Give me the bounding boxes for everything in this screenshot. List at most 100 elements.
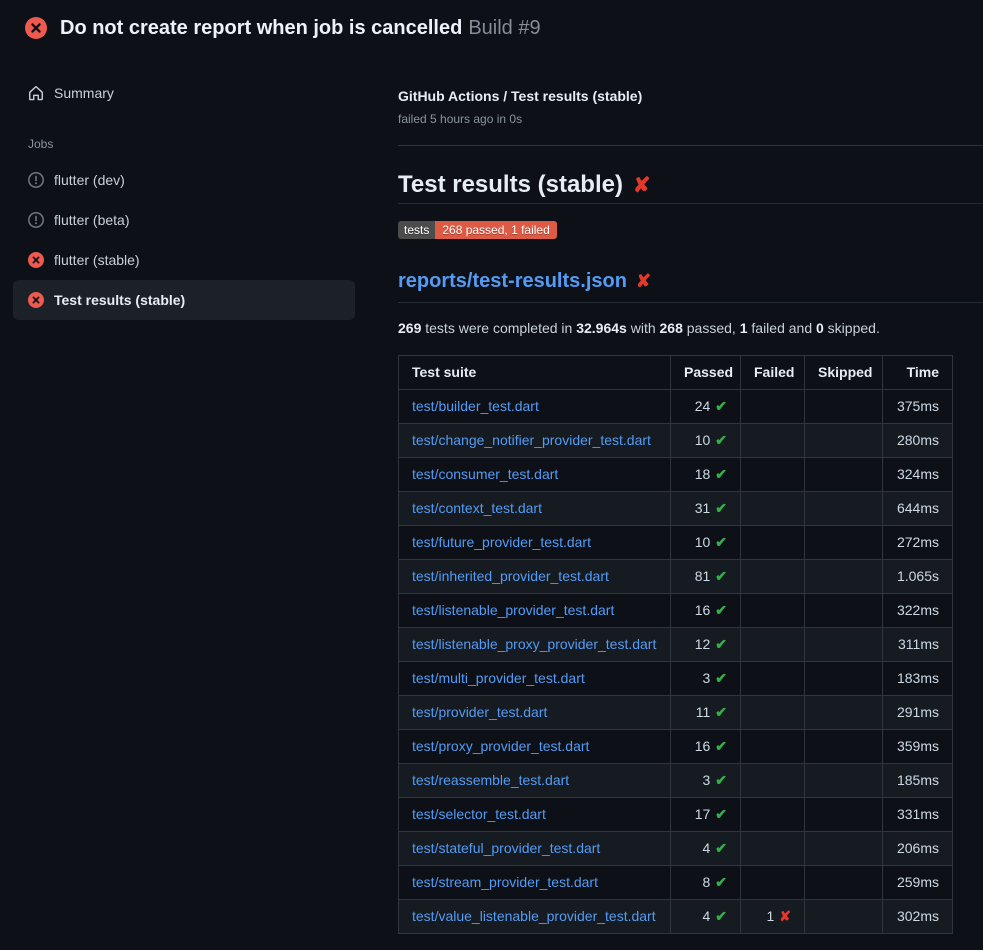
jobs-list: flutter (dev) flutter (beta) bbox=[13, 160, 355, 320]
x-circle-fill-icon bbox=[28, 292, 44, 308]
test-suite-link[interactable]: test/change_notifier_provider_test.dart bbox=[412, 432, 651, 448]
failed-cell bbox=[741, 594, 805, 628]
table-row: test/future_provider_test.dart 10✔ 272ms bbox=[399, 526, 953, 560]
failed-cell bbox=[741, 866, 805, 900]
passed-cell: 3✔ bbox=[671, 662, 741, 696]
test-suite-link[interactable]: test/inherited_provider_test.dart bbox=[412, 568, 609, 584]
failed-cell bbox=[741, 390, 805, 424]
failed-cell bbox=[741, 492, 805, 526]
skipped-cell bbox=[805, 526, 883, 560]
passed-cell: 4✔ bbox=[671, 900, 741, 934]
sidebar-job-label: flutter (beta) bbox=[54, 212, 129, 228]
test-suite-link[interactable]: test/reassemble_test.dart bbox=[412, 772, 569, 788]
skipped-cell bbox=[805, 628, 883, 662]
sidebar-job-item[interactable]: flutter (dev) bbox=[13, 160, 355, 200]
skipped-cell bbox=[805, 424, 883, 458]
skipped-cell bbox=[805, 458, 883, 492]
col-header-skipped: Skipped bbox=[805, 356, 883, 390]
time-cell: 183ms bbox=[883, 662, 953, 696]
skipped-cell bbox=[805, 866, 883, 900]
col-header-passed: Passed bbox=[671, 356, 741, 390]
check-icon: ✔ bbox=[715, 670, 727, 686]
check-icon: ✔ bbox=[715, 466, 727, 482]
skipped-cell bbox=[805, 390, 883, 424]
passed-cell: 8✔ bbox=[671, 866, 741, 900]
table-row: test/stateful_provider_test.dart 4✔ 206m… bbox=[399, 832, 953, 866]
test-results-table: Test suite Passed Failed Skipped Time te… bbox=[398, 355, 953, 934]
time-cell: 331ms bbox=[883, 798, 953, 832]
home-icon bbox=[28, 85, 44, 101]
passed-cell: 81✔ bbox=[671, 560, 741, 594]
sidebar-item-summary[interactable]: Summary bbox=[13, 73, 355, 113]
report-link[interactable]: reports/test-results.json bbox=[398, 270, 627, 292]
skipped-cell bbox=[805, 798, 883, 832]
tests-summary-line: 269 tests were completed in 32.964s with… bbox=[398, 320, 983, 336]
time-cell: 359ms bbox=[883, 730, 953, 764]
test-suite-link[interactable]: test/listenable_provider_test.dart bbox=[412, 602, 614, 618]
table-row: test/selector_test.dart 17✔ 331ms bbox=[399, 798, 953, 832]
jobs-sidebar: Summary Jobs flutter (dev) bbox=[0, 56, 398, 320]
test-suite-link[interactable]: test/stream_provider_test.dart bbox=[412, 874, 598, 890]
passed-cell: 16✔ bbox=[671, 594, 741, 628]
table-row: test/inherited_provider_test.dart 81✔ 1.… bbox=[399, 560, 953, 594]
test-suite-link[interactable]: test/context_test.dart bbox=[412, 500, 542, 516]
check-icon: ✔ bbox=[715, 602, 727, 618]
table-row: test/value_listenable_provider_test.dart… bbox=[399, 900, 953, 934]
sidebar-job-label: flutter (stable) bbox=[54, 252, 140, 268]
time-cell: 311ms bbox=[883, 628, 953, 662]
passed-cell: 18✔ bbox=[671, 458, 741, 492]
failed-cell bbox=[741, 730, 805, 764]
time-cell: 280ms bbox=[883, 424, 953, 458]
test-suite-link[interactable]: test/provider_test.dart bbox=[412, 704, 547, 720]
divider bbox=[398, 145, 983, 146]
breadcrumb: GitHub Actions / Test results (stable) bbox=[398, 88, 983, 104]
skipped-cell bbox=[805, 492, 883, 526]
check-icon: ✔ bbox=[715, 772, 727, 788]
failed-cell bbox=[741, 832, 805, 866]
test-suite-link[interactable]: test/consumer_test.dart bbox=[412, 466, 558, 482]
failed-cell bbox=[741, 798, 805, 832]
passed-cell: 12✔ bbox=[671, 628, 741, 662]
time-cell: 644ms bbox=[883, 492, 953, 526]
passed-cell: 24✔ bbox=[671, 390, 741, 424]
failed-x-circle-icon bbox=[25, 17, 47, 39]
failed-cell bbox=[741, 458, 805, 492]
sidebar-summary-label: Summary bbox=[54, 85, 114, 101]
time-cell: 259ms bbox=[883, 866, 953, 900]
sidebar-job-item[interactable]: flutter (beta) bbox=[13, 200, 355, 240]
sidebar-job-item[interactable]: flutter (stable) bbox=[13, 240, 355, 280]
passed-cell: 10✔ bbox=[671, 424, 741, 458]
table-row: test/multi_provider_test.dart 3✔ 183ms bbox=[399, 662, 953, 696]
table-row: test/listenable_provider_test.dart 16✔ 3… bbox=[399, 594, 953, 628]
test-suite-link[interactable]: test/listenable_proxy_provider_test.dart bbox=[412, 636, 656, 652]
failed-cell bbox=[741, 662, 805, 696]
skipped-cell bbox=[805, 730, 883, 764]
check-icon: ✔ bbox=[715, 534, 727, 550]
test-suite-link[interactable]: test/future_provider_test.dart bbox=[412, 534, 591, 550]
table-row: test/provider_test.dart 11✔ 291ms bbox=[399, 696, 953, 730]
exclamation-circle-icon bbox=[28, 172, 44, 188]
sidebar-job-item[interactable]: Test results (stable) bbox=[13, 280, 355, 320]
section-title: Test results (stable)✘ bbox=[398, 171, 983, 204]
run-header: Do not create report when job is cancell… bbox=[0, 0, 983, 56]
test-suite-link[interactable]: test/value_listenable_provider_test.dart bbox=[412, 908, 656, 924]
time-cell: 185ms bbox=[883, 764, 953, 798]
passed-cell: 3✔ bbox=[671, 764, 741, 798]
time-cell: 324ms bbox=[883, 458, 953, 492]
test-suite-link[interactable]: test/multi_provider_test.dart bbox=[412, 670, 585, 686]
failed-cell bbox=[741, 526, 805, 560]
check-icon: ✔ bbox=[715, 398, 727, 414]
test-suite-link[interactable]: test/builder_test.dart bbox=[412, 398, 539, 414]
time-cell: 322ms bbox=[883, 594, 953, 628]
failed-cell bbox=[741, 628, 805, 662]
col-header-failed: Failed bbox=[741, 356, 805, 390]
test-suite-link[interactable]: test/selector_test.dart bbox=[412, 806, 546, 822]
check-icon: ✔ bbox=[715, 568, 727, 584]
skipped-cell bbox=[805, 696, 883, 730]
skipped-cell bbox=[805, 900, 883, 934]
test-suite-link[interactable]: test/proxy_provider_test.dart bbox=[412, 738, 589, 754]
test-suite-link[interactable]: test/stateful_provider_test.dart bbox=[412, 840, 600, 856]
time-cell: 302ms bbox=[883, 900, 953, 934]
failed-x-icon: ✘ bbox=[633, 174, 651, 197]
build-number: Build #9 bbox=[468, 17, 540, 39]
